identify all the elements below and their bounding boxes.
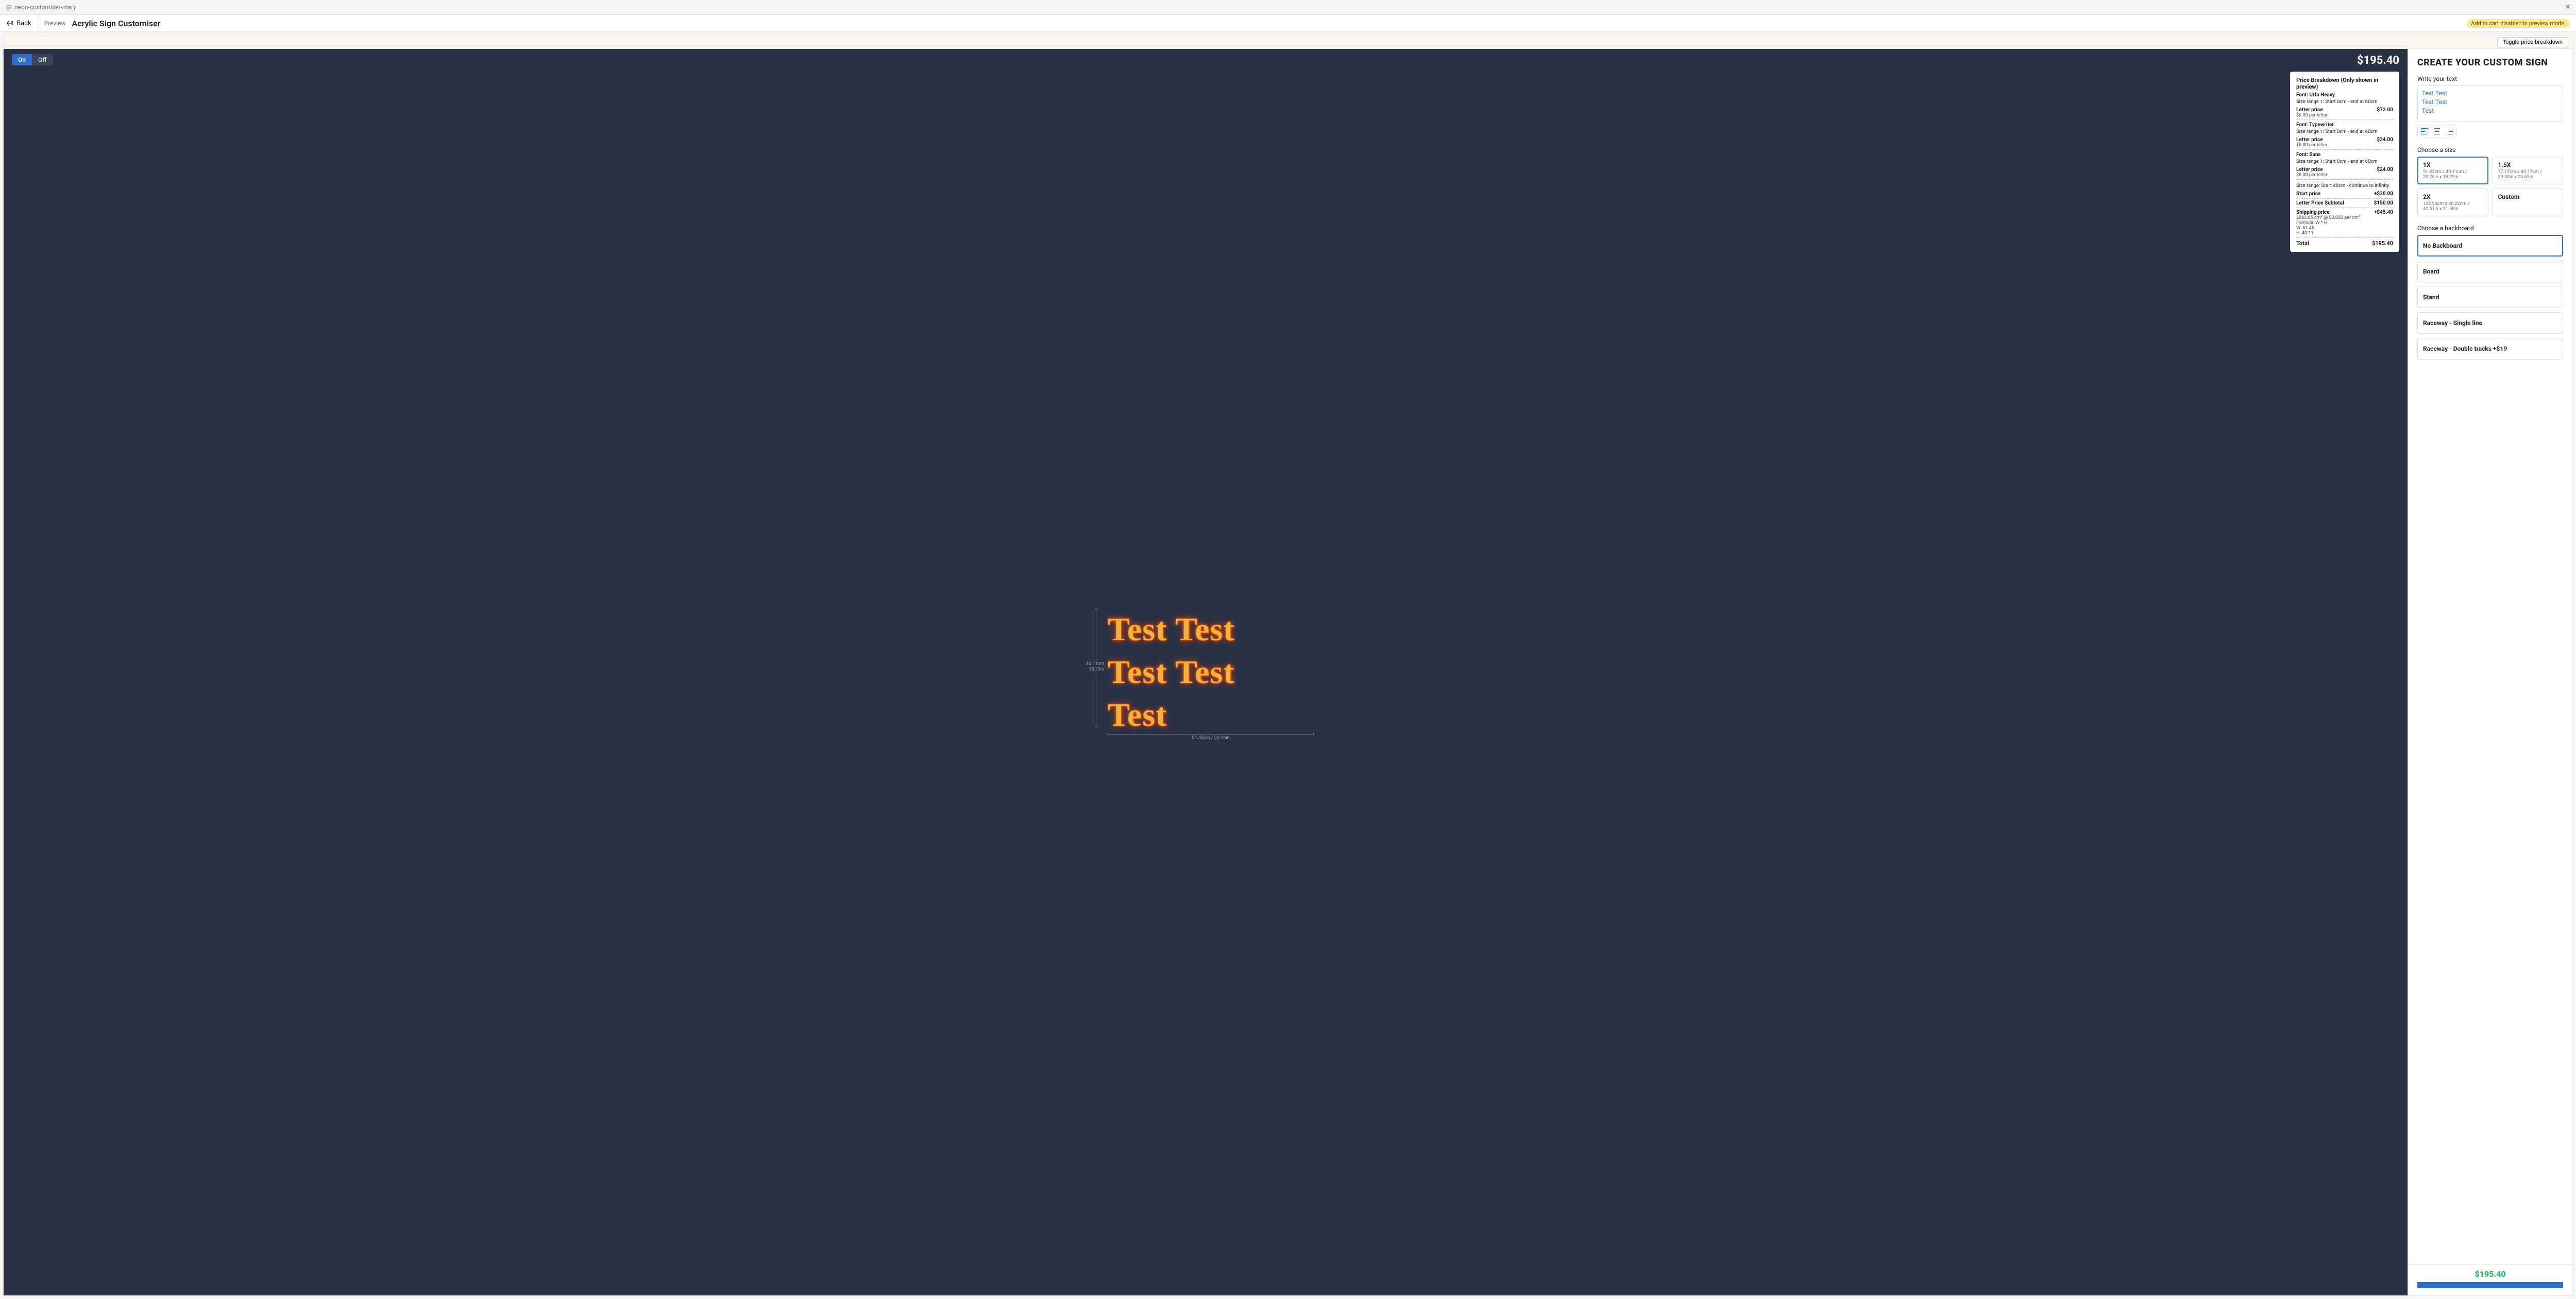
canvas-price: $195.40 (2357, 54, 2399, 67)
app-icon (5, 4, 11, 10)
backboard-no-backboard[interactable]: No Backboard (2417, 235, 2563, 257)
letter-price-label-1: Letter price (2296, 107, 2328, 113)
breakdown-font-2: Font: Typewriter (2296, 122, 2393, 128)
letter-price-label-3: Letter price (2296, 167, 2328, 173)
size-section-label: Choose a size (2417, 146, 2563, 153)
project-name: neon-customiser-mary (14, 4, 76, 11)
letter-price-sub-2: $6.00 per letter (2296, 143, 2328, 148)
breakdown-range-1: Size range 1: Start 0cm - end at 60cm (2296, 99, 2393, 105)
measure-height-in: 15.79in (1086, 667, 1104, 673)
breakdown-range-3: Size range 1: Start 0cm - end at 60cm (2296, 159, 2393, 164)
letter-price-sub-3: $6.00 per letter (2296, 173, 2328, 178)
close-icon[interactable]: ✕ (2565, 3, 2571, 11)
price-breakdown: Price Breakdown (Only shown in preview) … (2290, 72, 2399, 252)
cart-disabled-badge: Add to cart disabled in preview mode. (2467, 19, 2570, 28)
align-left-button[interactable] (2420, 127, 2429, 135)
start-price-value: +$30.00 (2374, 191, 2393, 197)
shipping-sub2: Formula: W * H (2296, 220, 2360, 226)
measure-width: 51.45cm / 20.26in (1192, 736, 1229, 741)
size-range-label: Size range: Start 40cm - continue to inf… (2296, 183, 2393, 189)
breakdown-range-2: Size range 1: Start 0cm - end at 60cm (2296, 129, 2393, 134)
preview-label: Preview (44, 20, 66, 27)
total-label: Total (2296, 240, 2309, 247)
toggle-breakdown-button[interactable]: Toggle price breakdown (2497, 37, 2568, 47)
start-price-label: Start price (2296, 191, 2320, 197)
align-center-button[interactable] (2432, 127, 2442, 135)
shipping-sub3: W: 51.45 (2296, 226, 2360, 231)
page-title: Acrylic Sign Customiser (72, 19, 161, 28)
back-button[interactable]: Back (6, 14, 38, 32)
backboard-board[interactable]: Board (2417, 261, 2563, 282)
size-option-1-5x[interactable]: 1.5X 77.17cm x 60.17cm / 30.38in x 23.69… (2493, 157, 2564, 184)
letter-price-label-2: Letter price (2296, 137, 2328, 143)
back-icon (6, 20, 13, 27)
breakdown-title: Price Breakdown (Only shown in preview) (2296, 77, 2393, 90)
shipping-label: Shipping price (2296, 210, 2360, 215)
sidebar: CREATE YOUR CUSTOM SIGN Write your text … (2408, 49, 2572, 1295)
text-section-label: Write your text (2417, 75, 2563, 82)
measure-height-cm: 40.11cm (1086, 661, 1104, 667)
sign-line-2: Test Test (1108, 651, 1314, 693)
align-right-button[interactable] (2445, 127, 2454, 135)
backboard-section-label: Choose a backboard (2417, 225, 2563, 232)
breakdown-font-1: Font: Urfa Heavy (2296, 92, 2393, 98)
size-name-1-5x: 1.5X (2498, 161, 2558, 168)
letter-price-sub-1: $6.00 per letter (2296, 113, 2328, 118)
shipping-sub4: H: 40.11 (2296, 231, 2360, 236)
shipping-sub1: 2063.65 cm² @ $0.022 per cm² (2296, 215, 2360, 220)
sign-text: Test Test Test Test Test (1108, 608, 1314, 737)
onoff-toggle[interactable]: On Off (12, 54, 53, 65)
size-name-custom: Custom (2498, 193, 2558, 200)
text-input-box (2417, 86, 2563, 122)
sign-line-3: Test (1108, 694, 1314, 737)
size-name-2x: 2X (2423, 193, 2483, 200)
size-dims-1x: 51.45cm x 40.11cm / 20.26in x 15.79in (2423, 169, 2483, 180)
footer-price: $195.40 (2417, 1269, 2563, 1279)
shipping-amount: +$45.40 (2374, 210, 2393, 215)
text-input[interactable] (2422, 89, 2558, 116)
align-row (2417, 125, 2456, 138)
size-name-1x: 1X (2423, 161, 2483, 168)
backboard-stand[interactable]: Stand (2417, 286, 2563, 308)
backboard-raceway-double[interactable]: Raceway - Double tracks +$19 (2417, 338, 2563, 360)
letter-price-amount-1: $72.00 (2377, 107, 2393, 113)
size-option-custom[interactable]: Custom (2493, 189, 2564, 216)
sidebar-footer: $195.40 (2408, 1264, 2572, 1295)
toggle-on[interactable]: On (12, 54, 32, 65)
sub-header: Back Preview Acrylic Sign Customiser Add… (0, 14, 2576, 32)
backboard-raceway-single[interactable]: Raceway - Single line (2417, 312, 2563, 334)
measure-vertical: 40.11cm 15.79in (1086, 608, 1106, 726)
subtotal-label: Letter Price Subtotal (2296, 200, 2344, 206)
size-dims-1-5x: 77.17cm x 60.17cm / 30.38in x 23.69in (2498, 169, 2558, 180)
subtotal-value: $150.00 (2374, 200, 2393, 206)
measure-horizontal: 51.45cm / 20.26in (1108, 734, 1314, 741)
size-option-1x[interactable]: 1X 51.45cm x 40.11cm / 20.26in x 15.79in (2417, 157, 2488, 184)
size-option-2x[interactable]: 2X 102.90cm x 80.22cm / 40.51in x 31.58i… (2417, 189, 2488, 216)
letter-price-amount-2: $24.00 (2377, 137, 2393, 143)
back-label: Back (16, 20, 31, 27)
add-to-cart-button[interactable] (2417, 1282, 2563, 1288)
breakdown-font-3: Font: Sans (2296, 152, 2393, 158)
toggle-off[interactable]: Off (32, 54, 53, 65)
size-dims-2x: 102.90cm x 80.22cm / 40.51in x 31.58in (2423, 201, 2483, 212)
sidebar-title: CREATE YOUR CUSTOM SIGN (2417, 57, 2563, 68)
letter-price-amount-3: $24.00 (2377, 167, 2393, 173)
preview-canvas: On Off $195.40 40.11cm 15.79in (4, 49, 2408, 1295)
top-strip: Toggle price breakdown (4, 36, 2572, 49)
total-value: $195.40 (2372, 240, 2393, 247)
sign-line-1: Test Test (1108, 608, 1314, 651)
app-bar: neon-customiser-mary ✕ (0, 0, 2576, 14)
